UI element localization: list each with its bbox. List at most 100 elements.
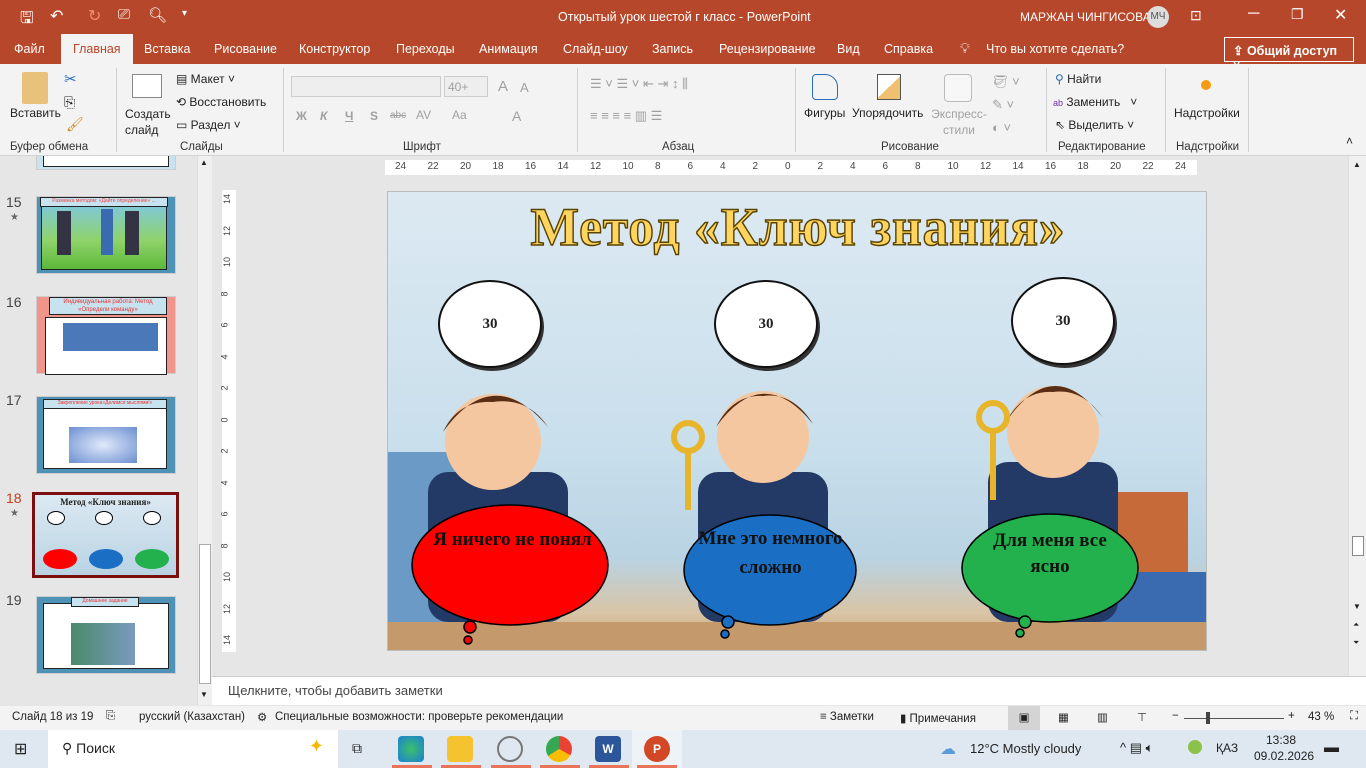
thumbnails-scrollbar[interactable]: ▲ ▼	[197, 156, 212, 705]
copy-icon[interactable]: ⎘	[64, 94, 75, 111]
align-icons[interactable]: ≡ ≡ ≡ ≡ ▥ ☰	[590, 108, 662, 124]
edge-icon[interactable]	[398, 736, 424, 762]
notifications-icon[interactable]: ▬	[1324, 739, 1339, 756]
undo-icon[interactable]: ↶	[50, 6, 63, 26]
scroll-up-icon[interactable]: ▲	[1353, 160, 1361, 169]
zoom-slider[interactable]: − +	[1172, 710, 1297, 726]
tray-icons[interactable]: ^ ▤ 🔈︎	[1120, 740, 1153, 756]
save-icon[interactable]: 🖫	[20, 7, 34, 34]
redo-icon[interactable]: ↻	[88, 6, 101, 26]
minimize-button[interactable]: ─	[1248, 5, 1259, 23]
scroll-up-icon[interactable]: ▲	[200, 158, 208, 167]
thumbnail-18-active[interactable]: Метод «Ключ знания»	[32, 492, 179, 578]
collapse-ribbon-icon[interactable]: ˄	[1346, 134, 1353, 148]
avatar[interactable]: МЧ	[1147, 6, 1169, 28]
tab-animations[interactable]: Анимация	[479, 42, 538, 56]
previous-slide-icon[interactable]: ⏶	[1353, 620, 1359, 630]
zoom-slider-thumb[interactable]	[1205, 712, 1210, 724]
scroll-down-icon[interactable]: ▼	[200, 690, 208, 699]
chrome-icon[interactable]	[546, 736, 572, 762]
restore-button[interactable]: ❐	[1291, 6, 1304, 23]
thumbnail-15[interactable]: Разминка методом: «Дайте определение» ..…	[36, 196, 176, 274]
tab-record[interactable]: Запись	[652, 42, 693, 56]
scroll-down-icon[interactable]: ▼	[1353, 602, 1361, 611]
spellcheck-icon[interactable]: ⎘	[106, 710, 115, 723]
input-language[interactable]: ҚАЗ	[1216, 741, 1238, 755]
bold-button[interactable]: Ж	[296, 109, 307, 123]
cloud-not-understood[interactable]: Я ничего не понял	[410, 497, 615, 645]
bullets-icon[interactable]: ☰ ˅ ☰ ˅ ⇤ ⇥ ↕ ⫼	[590, 76, 688, 92]
grow-font-icon[interactable]: A	[498, 78, 508, 95]
tab-insert[interactable]: Вставка	[144, 42, 190, 56]
normal-view-button[interactable]: ▣	[1008, 706, 1040, 730]
font-name-box[interactable]	[291, 76, 441, 97]
cloud-all-clear[interactable]: Для меня все ясно	[960, 510, 1140, 638]
thumbnail-19[interactable]: Домашнее задание	[36, 596, 176, 674]
task-view-icon[interactable]: ⧉	[352, 740, 362, 757]
strikethrough-button[interactable]: abc	[390, 110, 406, 121]
tab-slideshow[interactable]: Слайд-шоу	[563, 42, 628, 56]
tell-me-search[interactable]: Что вы хотите сделать?	[986, 42, 1124, 56]
quick-styles-button[interactable]: Экспресс-стили	[928, 106, 990, 138]
language-indicator[interactable]: русский (Казахстан)	[139, 711, 245, 723]
present-from-start-icon[interactable]: ⎚	[118, 6, 130, 23]
next-slide-icon[interactable]: ⏷	[1353, 638, 1359, 648]
cut-icon[interactable]: ✂	[64, 70, 77, 88]
customize-toolbar-icon[interactable]: ▾	[182, 8, 187, 19]
tab-design[interactable]: Конструктор	[299, 42, 370, 56]
format-painter-icon[interactable]: 🖌︎	[66, 116, 84, 133]
user-name[interactable]: МАРЖАН ЧИНГИСОВА	[1020, 10, 1151, 24]
thumbnail-16[interactable]: Индивидуальная работа: Метод «Определи к…	[36, 296, 176, 375]
accessibility-status[interactable]: Специальные возможности: проверьте реком…	[275, 711, 563, 723]
zoom-level[interactable]: 43 %	[1308, 711, 1334, 723]
thumbnail-17[interactable]: Закрепление урока«Делимся мыслями!»	[36, 396, 176, 474]
tab-review[interactable]: Рецензирование	[719, 42, 816, 56]
print-preview-icon[interactable]: 🔍︎	[148, 6, 167, 24]
change-case-button[interactable]: Aa	[452, 108, 467, 122]
new-slide-button[interactable]: Создать слайд	[125, 106, 173, 138]
notes-pane[interactable]: Щелкните, чтобы добавить заметки	[212, 676, 1366, 705]
find-button[interactable]: ⚲ Найти	[1055, 72, 1101, 86]
ribbon-display-icon[interactable]: ⊡	[1190, 7, 1202, 24]
comments-button[interactable]: ▮ Примечания	[900, 711, 976, 725]
underline-button[interactable]: Ч	[345, 109, 353, 123]
slideshow-button[interactable]: ⊤	[1137, 710, 1147, 724]
file-explorer-icon[interactable]	[447, 736, 473, 762]
tab-home[interactable]: Главная	[61, 34, 133, 64]
thumbnail-14[interactable]	[36, 156, 176, 170]
font-color-icon[interactable]: A	[512, 108, 521, 124]
char-spacing-button[interactable]: AV	[416, 108, 431, 122]
reset-button[interactable]: ⟲ Восстановить	[176, 95, 266, 109]
tab-file[interactable]: Файл	[14, 42, 45, 56]
scrollbar-thumb[interactable]	[1352, 536, 1364, 556]
weather-text[interactable]: 12°C Mostly cloudy	[970, 741, 1081, 756]
keyboard-layout-icon[interactable]	[1188, 740, 1202, 754]
powerpoint-taskbar-button[interactable]: P	[632, 730, 682, 768]
section-button[interactable]: ▭ Раздел ˅	[176, 118, 241, 132]
search-box[interactable]: ⚲ Поиск ✦	[48, 730, 338, 768]
paste-button[interactable]: Вставить	[10, 106, 61, 120]
shrink-font-icon[interactable]: A	[520, 80, 529, 95]
italic-button[interactable]: К	[320, 109, 327, 123]
reading-view-button[interactable]: ▥	[1097, 710, 1108, 724]
tab-transitions[interactable]: Переходы	[396, 42, 455, 56]
clock-time[interactable]: 13:38	[1266, 733, 1296, 747]
share-button[interactable]: ⇪ Общий доступ ˅	[1224, 37, 1354, 72]
shape-fill-outline-effects-icons[interactable]: 🪣︎ ˅ ✎ ˅ ◐ ˅	[992, 70, 1020, 139]
layout-button[interactable]: ▤ Макет ˅	[176, 72, 235, 86]
addins-button[interactable]: Надстройки	[1174, 106, 1240, 120]
slide-canvas[interactable]: Метод «Ключ знания» 30 30 30 Я ничего не…	[387, 191, 1207, 651]
tab-help[interactable]: Справка	[884, 42, 933, 56]
replace-button[interactable]: ab Заменить ˅	[1053, 95, 1137, 109]
shapes-button[interactable]: Фигуры	[804, 106, 845, 120]
tab-view[interactable]: Вид	[837, 42, 860, 56]
notes-button[interactable]: ≡ Заметки	[820, 711, 874, 723]
cloud-somewhat-difficult[interactable]: Мне это немного сложно	[683, 510, 858, 639]
app-ring-icon[interactable]	[497, 736, 523, 762]
scrollbar-thumb[interactable]	[199, 544, 211, 684]
tab-draw[interactable]: Рисование	[214, 42, 277, 56]
font-size-box[interactable]: 40+	[444, 76, 488, 97]
slide-scrollbar[interactable]: ▲ ▼ ⏶ ⏷	[1348, 156, 1366, 676]
word-icon[interactable]: W	[595, 736, 621, 762]
select-button[interactable]: ⇖ Выделить ˅	[1055, 118, 1134, 132]
